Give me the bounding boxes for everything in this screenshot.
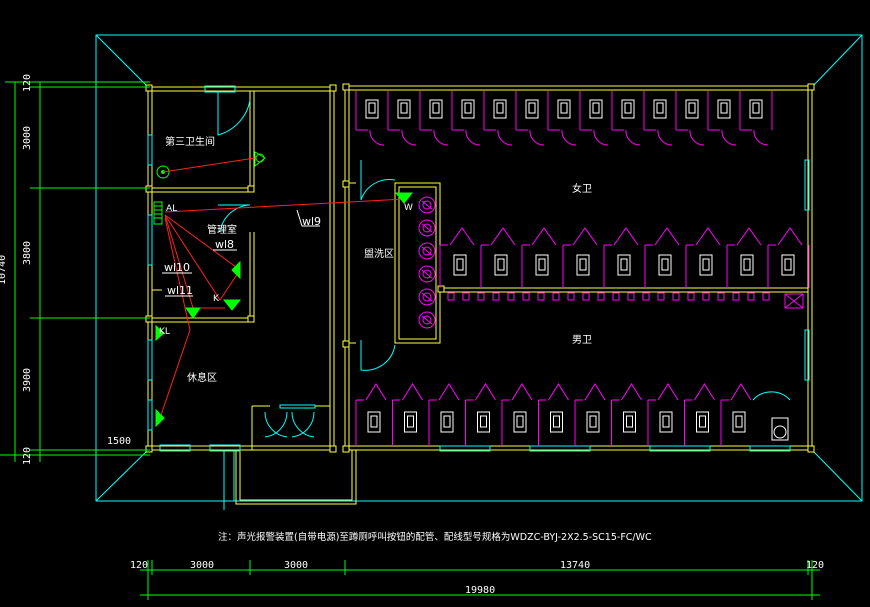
stall: [428, 383, 460, 446]
urinal: [702, 292, 710, 301]
room-label-women: 女卫: [572, 182, 592, 195]
stall: [501, 383, 533, 446]
urinal: [492, 292, 500, 301]
sink: [418, 196, 436, 214]
dim-left-2: 3800: [22, 241, 33, 265]
urinal: [477, 292, 485, 301]
stall: [480, 227, 516, 288]
dim-offset: 1500: [107, 436, 131, 447]
room-label-men: 男卫: [572, 334, 592, 346]
stall: [515, 91, 545, 146]
dim-left-bottom: 120: [22, 447, 33, 465]
sink: [418, 219, 436, 237]
room-label-rest: 休息区: [187, 371, 217, 384]
wire-label-wl8: wl8: [215, 238, 234, 251]
stall: [355, 383, 387, 446]
dim-left-total: 10740: [0, 255, 8, 285]
stall: [643, 91, 673, 146]
urinal: [627, 292, 635, 301]
panel-label-al: AL: [166, 204, 177, 214]
room-label-toilet3: 第三卫生间: [165, 135, 215, 148]
urinal: [582, 292, 590, 301]
urinal: [522, 292, 530, 301]
stall: [644, 227, 680, 288]
stall: [720, 383, 752, 446]
urinal: [762, 292, 770, 301]
stall: [767, 227, 803, 288]
urinal: [717, 292, 725, 301]
men-corner-toilet: [771, 417, 789, 441]
wire-label-wl11: wl11: [167, 284, 193, 297]
men-urinals-row: [447, 292, 770, 301]
room-label-management: 管理室: [207, 223, 237, 236]
stall: [465, 383, 496, 446]
stall: [538, 383, 569, 446]
urinal: [537, 292, 545, 301]
dim-left-top: 120: [22, 74, 33, 92]
mop-sink: [784, 293, 804, 309]
stall: [483, 91, 513, 146]
urinal: [732, 292, 740, 301]
stall: [451, 91, 481, 146]
floor-plan-canvas: 第三卫生间 管理室 休息区 盥洗区 女卫 男卫 AL K KL W wl8 wl…: [0, 34, 863, 600]
stall: [547, 91, 577, 146]
stall: [521, 227, 557, 288]
urinal: [462, 292, 470, 301]
dim-bottom-total: 19980: [465, 585, 495, 596]
urinal: [597, 292, 605, 301]
urinal: [507, 292, 515, 301]
stall: [707, 91, 737, 146]
dim-bottom-4: 13740: [560, 560, 590, 571]
walls: [145, 83, 815, 505]
stall: [392, 383, 423, 446]
dim-bottom-1: 120: [130, 560, 148, 571]
stall: [684, 383, 715, 446]
stall: [439, 227, 475, 288]
stall: [611, 383, 642, 446]
stall: [355, 91, 385, 146]
stall: [419, 91, 449, 146]
device-label-w: W: [404, 203, 413, 213]
urinal: [747, 292, 755, 301]
urinal: [447, 292, 455, 301]
washing-sinks: [418, 196, 436, 329]
urinal: [552, 292, 560, 301]
sink: [418, 311, 436, 329]
room-label-washing: 盥洗区: [364, 248, 394, 260]
sink: [418, 265, 436, 283]
urinal: [657, 292, 665, 301]
sink: [418, 288, 436, 306]
stall: [647, 383, 679, 446]
stall: [611, 91, 641, 146]
urinal: [687, 292, 695, 301]
roof-outline: [95, 34, 863, 510]
dim-bottom-5: 120: [806, 560, 824, 571]
urinal: [642, 292, 650, 301]
design-note: 注：声光报警装置(自带电源)至蹲厕呼叫按钮的配管、配线型号规格为WDZC-BYJ…: [218, 531, 652, 543]
dim-bottom-2: 3000: [190, 560, 214, 571]
stall: [685, 227, 721, 288]
sink: [418, 242, 436, 260]
windows: [147, 85, 810, 452]
men-stalls-bottom: [355, 383, 752, 446]
stall: [574, 383, 606, 446]
stall: [726, 227, 762, 288]
urinal: [567, 292, 575, 301]
dim-bottom-3: 3000: [284, 560, 308, 571]
stall: [562, 227, 598, 288]
urinal: [672, 292, 680, 301]
dim-left-3: 3900: [22, 368, 33, 392]
wire-label-wl10: wl10: [164, 261, 190, 274]
women-stalls-middle: [439, 227, 810, 288]
stall: [675, 91, 705, 146]
women-stalls-top: [355, 91, 773, 146]
stall: [579, 91, 609, 146]
stall: [603, 227, 639, 288]
stall: [739, 91, 769, 146]
urinal: [612, 292, 620, 301]
switch-label-kl: KL: [159, 327, 170, 337]
stall: [387, 91, 417, 146]
dim-left-1: 3000: [22, 126, 33, 150]
